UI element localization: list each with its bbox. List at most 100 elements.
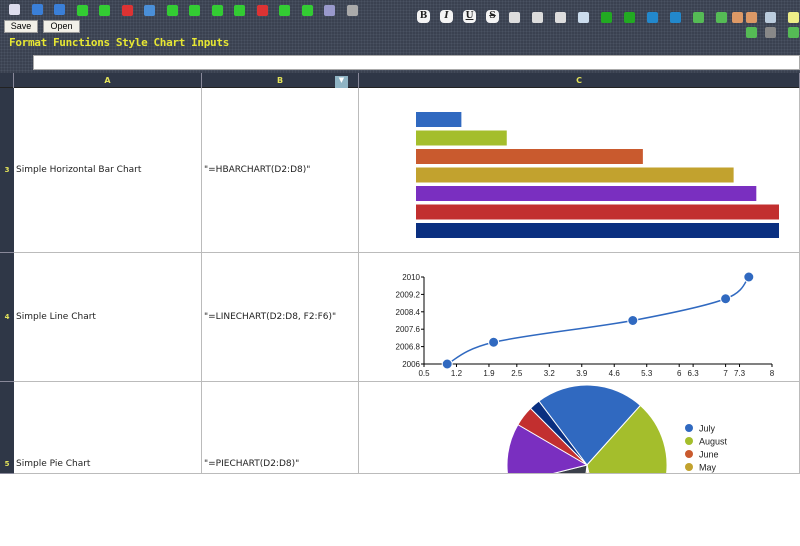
cell-b3[interactable]: "=HBARCHART(D2:D8)"	[202, 88, 359, 253]
legend-label: June	[699, 450, 719, 460]
toolbar: Save Open Format Functions Style Chart I…	[0, 0, 800, 73]
underline-button[interactable]: U	[463, 10, 476, 23]
column-header-a[interactable]: A	[14, 73, 202, 88]
bold-button[interactable]: B	[417, 10, 430, 23]
cell-c3[interactable]	[359, 88, 800, 253]
insert-column-left-icon[interactable]	[279, 5, 290, 16]
column-headers: A B ▼ C	[0, 73, 800, 88]
sort-up-icon[interactable]	[716, 12, 727, 23]
data-point	[743, 271, 755, 282]
print-preview-icon[interactable]	[765, 12, 776, 23]
x-tick-label: 8	[770, 369, 775, 378]
bar	[416, 222, 779, 238]
row-height-icon[interactable]	[647, 12, 658, 23]
folder-icon[interactable]	[346, 5, 358, 16]
new-icon[interactable]	[9, 4, 20, 15]
menu-chart[interactable]: Chart	[153, 36, 185, 49]
insert-column-right-icon[interactable]	[301, 5, 313, 16]
cell-a5[interactable]: Simple Pie Chart	[14, 382, 202, 474]
bar	[416, 204, 779, 219]
lock-icon[interactable]	[765, 27, 776, 38]
sort-down-icon[interactable]	[693, 12, 704, 23]
strikethrough-button[interactable]: S	[486, 10, 499, 23]
valign-icon[interactable]	[578, 12, 589, 23]
menu-format[interactable]: Format	[9, 36, 47, 49]
bar	[416, 185, 757, 201]
align-left-icon[interactable]	[509, 12, 520, 23]
x-tick-label: 3.9	[576, 369, 588, 378]
row-header[interactable]: 3	[0, 88, 14, 253]
x-tick-label: 0.5	[418, 369, 430, 378]
column-header-c[interactable]: C	[359, 73, 800, 88]
legend-label: May	[699, 463, 717, 473]
menu-functions[interactable]: Functions	[53, 36, 110, 49]
y-tick-label: 2010	[402, 273, 420, 282]
delete-row-icon[interactable]	[121, 5, 133, 16]
x-tick-label: 1.9	[483, 369, 495, 378]
align-center-icon[interactable]	[532, 12, 543, 23]
insert-columns-icon[interactable]	[234, 5, 245, 16]
row-header[interactable]: 5	[0, 382, 14, 474]
filter-dropdown-icon[interactable]: ▼	[335, 76, 348, 88]
cell-c4[interactable]: 0.5 1.2 1.9 2.5 3.2 3.9 4.6 5.3 6 6.3 7 7.3 8 2006 200…	[359, 253, 800, 382]
row-header[interactable]: 4	[0, 253, 14, 382]
bar	[416, 130, 507, 145]
open-button[interactable]: Open	[43, 20, 80, 33]
pie-chart: July August June May	[506, 384, 728, 473]
cell-c5[interactable]: July August June May	[359, 382, 800, 474]
hbar-chart	[416, 111, 779, 238]
column-width-icon[interactable]	[670, 12, 681, 23]
insert-rows-icon[interactable]	[99, 5, 110, 16]
table-icon[interactable]	[144, 5, 155, 16]
formula-input[interactable]	[33, 55, 800, 70]
legend-label: July	[699, 424, 716, 434]
note-icon[interactable]	[788, 12, 799, 23]
y-tick-label: 2008.4	[396, 307, 421, 316]
palette-alt-icon[interactable]	[746, 12, 757, 23]
fill-color-icon[interactable]	[601, 12, 612, 23]
legend-marker	[685, 450, 693, 458]
x-tick-label: 7	[723, 369, 728, 378]
bar	[416, 167, 734, 182]
align-right-icon[interactable]	[555, 12, 566, 23]
insert-row-below-icon[interactable]	[189, 5, 200, 16]
undo-icon[interactable]	[31, 4, 43, 15]
delete-column-icon[interactable]	[256, 5, 268, 16]
bar	[416, 148, 643, 164]
y-tick-label: 2007.6	[396, 325, 421, 334]
italic-button[interactable]: I	[440, 10, 453, 23]
save-button[interactable]: Save	[4, 20, 38, 33]
menu-style[interactable]: Style	[116, 36, 148, 49]
insert-row-icon[interactable]	[76, 5, 88, 16]
legend-marker	[685, 437, 693, 445]
palette-icon[interactable]	[732, 12, 743, 23]
y-tick-label: 2009.2	[396, 290, 421, 299]
menu-bar: Format Functions Style Chart Inputs	[9, 36, 229, 49]
data-point	[720, 292, 732, 304]
x-tick-label: 2.5	[511, 369, 523, 378]
legend-marker	[685, 463, 693, 471]
cell-a4[interactable]: Simple Line Chart	[14, 253, 202, 382]
cell-a3[interactable]: Simple Horizontal Bar Chart	[14, 88, 202, 253]
cell-b4[interactable]: "=LINECHART(D2:D8, F2:F6)"	[202, 253, 359, 382]
menu-inputs[interactable]: Inputs	[191, 36, 229, 49]
data-point	[488, 336, 500, 348]
expand-icon[interactable]	[788, 27, 799, 38]
data-point	[627, 314, 639, 326]
refresh-icon[interactable]	[746, 27, 757, 38]
insert-column-icon[interactable]	[211, 5, 223, 16]
legend-marker	[685, 424, 693, 432]
x-tick-label: 1.2	[451, 369, 463, 378]
cell-b5[interactable]: "=PIECHART(D2:D8)"	[202, 382, 359, 474]
delete-sheet-icon[interactable]	[324, 5, 335, 16]
border-icon[interactable]	[624, 12, 635, 23]
legend-label: August	[699, 437, 728, 447]
x-tick-label: 5.3	[641, 369, 653, 378]
corner-cell[interactable]	[0, 73, 14, 88]
data-point	[441, 358, 453, 369]
insert-row-above-icon[interactable]	[166, 5, 178, 16]
y-tick-label: 2006	[402, 360, 420, 369]
redo-icon[interactable]	[54, 4, 65, 15]
x-tick-label: 3.2	[544, 369, 556, 378]
y-tick-label: 2006.8	[396, 342, 421, 351]
